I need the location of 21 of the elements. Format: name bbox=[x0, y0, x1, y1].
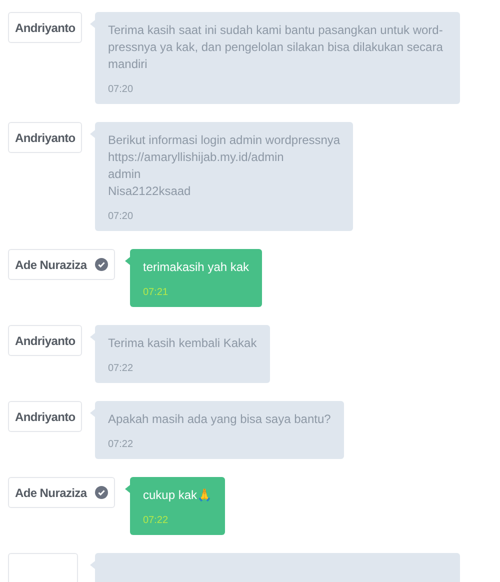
message-time: 07:22 bbox=[108, 438, 134, 452]
message-text: Nisa2122ksaad bbox=[108, 183, 192, 200]
message-text: terimakasih yah kak bbox=[143, 259, 250, 276]
message-text: cukup kak🙏 bbox=[143, 487, 212, 504]
message-time: 07:22 bbox=[108, 362, 134, 376]
sender-name: Andriyanto bbox=[15, 332, 76, 350]
message-text: Terima kasih saat ini sudah kami bantu pasangkan untuk word-pressnya ya kak, dan pengelolan silakan bisa dilakukan secara mandiri bbox=[108, 22, 444, 73]
message-time: 07:22 bbox=[143, 514, 170, 528]
sender-name: Andriyanto bbox=[15, 408, 76, 426]
sender-name: Andriyanto bbox=[15, 130, 76, 146]
sender-name: Andriyanto bbox=[15, 20, 76, 36]
message-time: 07:20 bbox=[108, 83, 134, 97]
message-text: Apakah masih ada yang bisa saya bantu? bbox=[108, 411, 331, 428]
message-time: 07:20 bbox=[108, 210, 134, 224]
message-text: https://amaryllishijab.my.id/admin bbox=[108, 149, 285, 166]
message-text: Terima kasih kembali Kakak bbox=[108, 335, 257, 352]
message-text: admin bbox=[108, 166, 142, 183]
message-time: 07:21 bbox=[143, 286, 170, 300]
message-text: Berikut informasi login admin wordpressnya bbox=[108, 132, 340, 149]
sender-name: Ade Nuraziza bbox=[15, 484, 87, 502]
sender-name: Ade Nuraziza bbox=[15, 256, 87, 274]
